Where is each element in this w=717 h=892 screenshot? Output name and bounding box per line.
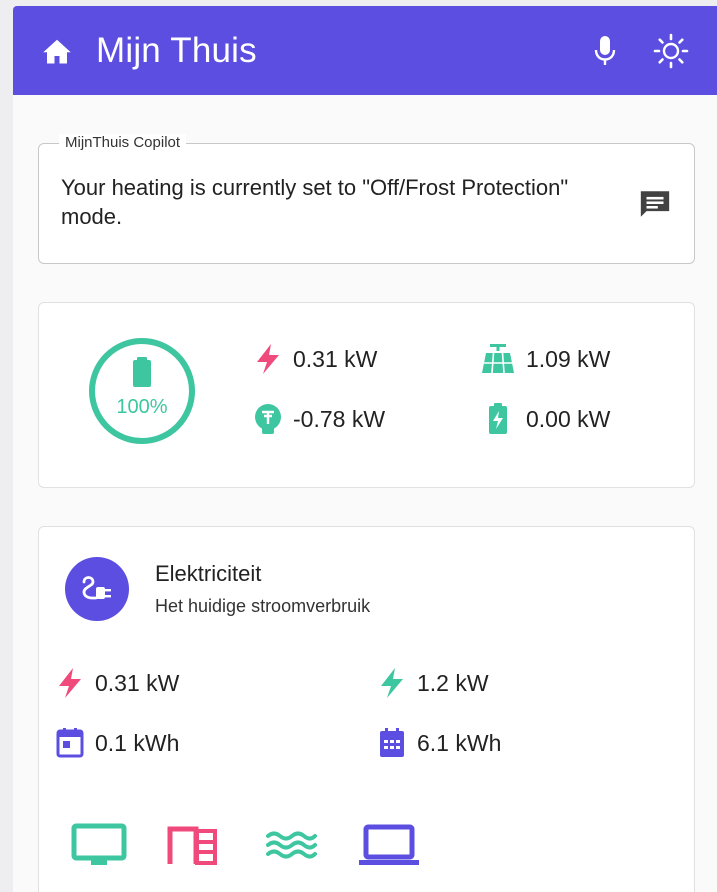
calendar-today-icon xyxy=(55,727,85,759)
battery-power-stat: 0.00 kW xyxy=(480,403,610,435)
app-window: Mijn Thuis MijnThuis Copilot Your heatin… xyxy=(13,6,717,892)
transmission-tower-icon xyxy=(253,403,283,435)
electricity-card[interactable]: Elektriciteit Het huidige stroomverbruik… xyxy=(38,526,695,892)
water-heater-icon[interactable] xyxy=(261,823,321,867)
copilot-label: MijnThuis Copilot xyxy=(59,134,187,151)
peak-usage-value: 1.2 kW xyxy=(417,669,489,696)
electricity-subtitle: Het huidige stroomverbruik xyxy=(155,596,371,616)
energy-card[interactable]: 100% 0.31 kW 1.09 kW -0.78 kW 0.00 kW xyxy=(38,302,695,488)
laptop-icon[interactable] xyxy=(359,823,419,867)
day-total-value: 0.1 kWh xyxy=(95,729,180,756)
battery-charging-icon xyxy=(480,403,516,435)
grid-value: -0.78 kW xyxy=(293,405,386,432)
solar-value: 1.09 kW xyxy=(526,345,611,372)
electricity-title: Elektriciteit xyxy=(155,561,262,586)
battery-percentage: 100% xyxy=(116,396,168,418)
solar-stat: 1.09 kW xyxy=(480,343,610,375)
monitor-icon[interactable] xyxy=(69,823,129,867)
current-usage-stat: 0.31 kW xyxy=(55,667,179,699)
grid-stat: -0.78 kW xyxy=(253,403,385,435)
home-icon[interactable] xyxy=(40,34,74,68)
dishwasher-icon[interactable] xyxy=(162,823,222,867)
copilot-message: Your heating is currently set to "Off/Fr… xyxy=(61,175,569,229)
lightning-icon xyxy=(55,667,85,699)
solar-panel-icon xyxy=(480,343,516,375)
day-total-stat: 0.1 kWh xyxy=(55,727,179,759)
lightning-icon xyxy=(377,667,407,699)
app-title: Mijn Thuis xyxy=(96,30,257,70)
battery-power-value: 0.00 kW xyxy=(526,405,611,432)
month-total-stat: 6.1 kWh xyxy=(377,727,501,759)
app-bar: Mijn Thuis xyxy=(13,6,717,95)
ev-plug-icon xyxy=(65,557,129,621)
copilot-box: MijnThuis Copilot Your heating is curren… xyxy=(38,134,695,264)
month-total-value: 6.1 kWh xyxy=(417,729,502,756)
microphone-icon[interactable] xyxy=(585,31,625,71)
chat-icon[interactable] xyxy=(638,187,672,221)
lightning-icon xyxy=(253,343,283,375)
consumption-value: 0.31 kW xyxy=(293,345,378,372)
consumption-stat: 0.31 kW xyxy=(253,343,377,375)
battery-full-icon xyxy=(133,357,151,387)
brightness-icon[interactable] xyxy=(651,31,691,71)
current-usage-value: 0.31 kW xyxy=(95,669,180,696)
calendar-month-icon xyxy=(377,727,407,759)
peak-usage-stat: 1.2 kW xyxy=(377,667,489,699)
battery-gauge: 100% xyxy=(87,335,201,449)
